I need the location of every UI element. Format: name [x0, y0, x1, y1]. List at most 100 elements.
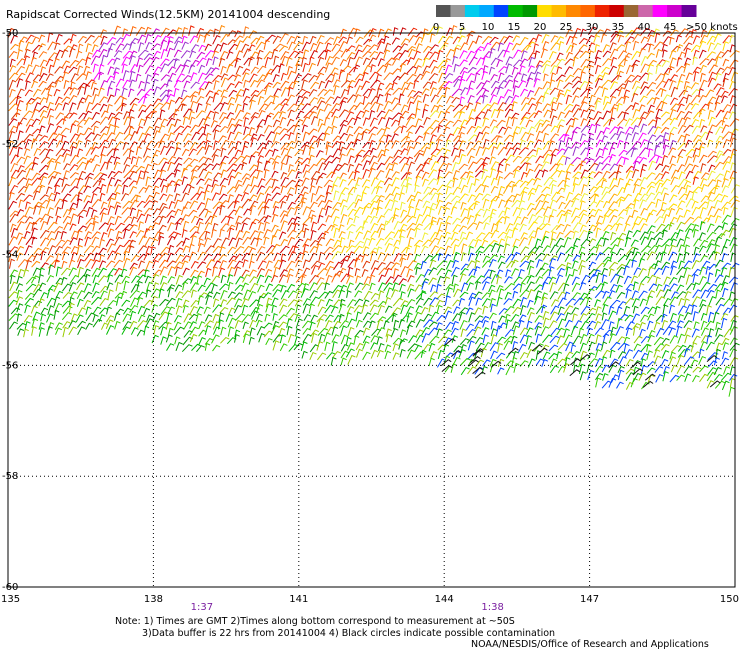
wind-barb: [278, 231, 287, 240]
wind-barb: [263, 221, 270, 232]
wind-barb: [256, 274, 265, 284]
wind-barb: [549, 365, 559, 374]
wind-barb: [45, 93, 53, 103]
wind-barb: [107, 94, 115, 103]
wind-barb: [655, 48, 663, 58]
wind-barb: [488, 258, 497, 268]
wind-barb: [113, 57, 121, 65]
wind-barb: [542, 103, 551, 112]
wind-barb: [249, 99, 256, 110]
wind-barb: [468, 202, 478, 210]
wind-barb: [557, 318, 566, 329]
wind-barb: [30, 56, 37, 65]
wind-barb: [496, 59, 504, 68]
wind-barb: [45, 255, 54, 262]
wind-barb: [407, 161, 415, 172]
wind-barb: [616, 291, 626, 299]
wind-barb: [481, 147, 490, 156]
wind-barb: [482, 305, 489, 315]
wind-barb: [250, 79, 259, 88]
wind-barb: [197, 284, 206, 292]
wind-barb: [318, 251, 325, 262]
wind-barb: [699, 79, 708, 89]
wind-barb: [543, 206, 552, 216]
wind-barb: [9, 88, 16, 98]
wind-barb: [691, 259, 700, 270]
wind-barb: [33, 247, 42, 255]
wind-barb: [609, 95, 617, 104]
wind-barb: [138, 95, 148, 104]
wind-barb: [295, 110, 305, 120]
wind-barb: [121, 63, 128, 74]
wind-barb: [408, 48, 416, 58]
wind-barb: [355, 177, 363, 186]
wind-barb: [647, 148, 654, 158]
wind-barb: [497, 163, 504, 172]
wind-barb: [130, 216, 138, 224]
wind-barb: [400, 201, 406, 210]
wind-barb: [38, 273, 44, 284]
wind-barb: [264, 275, 272, 284]
wind-barb: [631, 290, 639, 300]
wind-barb: [16, 156, 25, 164]
wind-barb: [84, 172, 94, 180]
wind-barb: [378, 274, 386, 283]
wind-barb: [69, 291, 78, 299]
wind-barb: [729, 195, 739, 203]
wind-barb: [399, 329, 407, 338]
wind-barb: [308, 209, 315, 218]
lon-tick-label: 135: [1, 594, 20, 605]
wind-barb: [414, 351, 425, 360]
wind-barb: [540, 235, 549, 246]
wind-barb: [68, 47, 76, 58]
wind-barb: [166, 260, 177, 268]
wind-barb: [153, 325, 160, 335]
wind-barb: [511, 268, 519, 277]
wind-barb: [183, 59, 191, 67]
wind-barb: [406, 215, 417, 223]
wind-barb: [302, 320, 312, 329]
wind-barb: [518, 65, 526, 75]
wind-barb: [428, 277, 437, 286]
wind-barb: [691, 206, 700, 216]
wind-barb: [325, 265, 334, 276]
wind-barb: [385, 93, 392, 103]
wind-barb: [722, 287, 729, 298]
wind-barb: [533, 284, 544, 292]
wind-barb: [160, 336, 167, 345]
wind-barb: [572, 95, 580, 104]
wind-barb: [122, 70, 130, 81]
wind-barb: [129, 186, 137, 195]
wind-barb: [113, 111, 123, 119]
wind-barb: [518, 314, 527, 322]
wind-barb: [595, 313, 602, 321]
wind-barb: [23, 148, 31, 156]
wind-barb: [62, 102, 69, 111]
wind-barb: [182, 133, 192, 142]
wind-barb: [713, 311, 720, 323]
wind-barb: [533, 295, 542, 305]
wind-barb: [676, 215, 684, 223]
wind-barb: [714, 199, 722, 208]
wind-barb: [460, 184, 468, 194]
wind-barb: [729, 59, 739, 68]
wind-barb: [220, 65, 227, 75]
wind-barb: [152, 66, 162, 76]
wind-barb: [653, 267, 663, 276]
wind-barb: [601, 267, 608, 276]
wind-barb: [535, 305, 546, 315]
wind-barb: [114, 141, 124, 150]
wind-barb: [219, 95, 227, 104]
wind-barb: [183, 330, 193, 338]
wind-barb: [400, 104, 409, 113]
colorbar-label: 25: [560, 22, 573, 33]
wind-barb: [47, 230, 56, 239]
wind-barb: [527, 207, 537, 217]
wind-barb: [303, 170, 310, 178]
wind-barb: [152, 149, 161, 158]
wind-barb: [415, 297, 424, 305]
wind-barb: [63, 86, 73, 96]
wind-barb: [565, 51, 573, 60]
wind-barb: [61, 71, 69, 82]
wind-barb: [640, 236, 649, 246]
